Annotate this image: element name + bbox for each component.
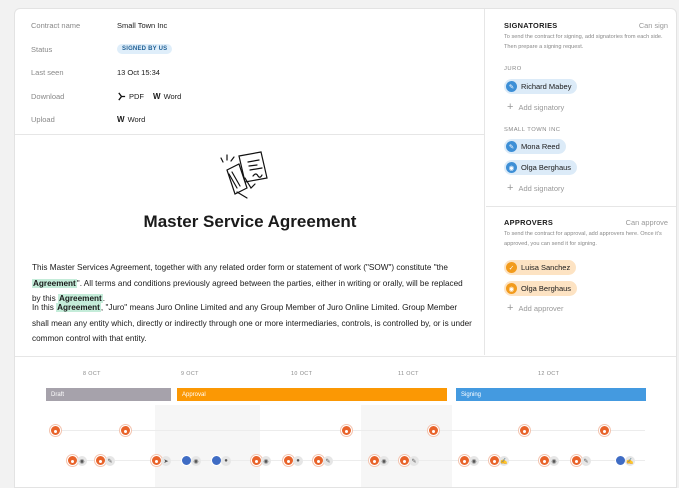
download-pdf-label: PDF [129,91,144,101]
date-tick: 9 OCT [181,371,199,377]
day-shade [155,405,260,487]
plus-icon: + [507,101,514,113]
eye-icon[interactable]: ◉ [469,456,479,466]
upload-word-label: Word [127,114,146,124]
detail-key: Contract name [31,20,81,30]
detail-download: Download PDF W Word [31,88,190,104]
detail-status: Status SIGNED BY US [31,41,173,57]
signatory-name: Richard Mabey [521,82,572,91]
word-icon: W [153,91,161,101]
send-icon[interactable]: ➤ [161,456,171,466]
detail-upload: Upload W Word [31,111,154,127]
pen-icon: ✎ [506,141,517,152]
avatar[interactable] [341,425,352,436]
day-shade [361,405,452,487]
add-approver-label: Add approver [518,303,564,313]
approver-name: Olga Berghaus [521,284,572,293]
download-word-label: Word [163,91,182,101]
sign-icon[interactable]: ✍ [499,456,509,466]
group-label-juro: JURO [504,66,522,72]
eye-icon[interactable]: ◉ [77,456,87,466]
comment-icon[interactable]: ● [221,456,231,466]
detail-key: Last seen [31,67,64,77]
comment-icon[interactable]: ● [293,456,303,466]
paragraph-text: In this [32,303,57,312]
highlighted-term[interactable]: Agreement [56,303,101,312]
approver-chip[interactable]: ◉ Olga Berghaus [504,281,578,296]
signatory-name: Mona Reed [521,142,560,151]
signatory-chip[interactable]: ✎ Richard Mabey [504,79,578,94]
check-icon: ✓ [506,262,517,273]
avatar[interactable] [519,425,530,436]
detail-key: Download [31,91,65,101]
pen-icon[interactable]: ✎ [409,456,419,466]
upload-word-button[interactable]: W Word [117,115,145,124]
phase-signing[interactable]: Signing [456,388,646,401]
eye-icon[interactable]: ◉ [379,456,389,466]
avatar[interactable] [50,425,61,436]
plus-icon: + [507,302,514,314]
contract-window: Contract name Small Town Inc Status SIGN… [14,8,677,488]
approver-chip[interactable]: ✓ Luisa Sanchez [504,260,577,275]
pen-icon[interactable]: ✎ [581,456,591,466]
date-tick: 11 OCT [398,371,419,377]
detail-last-seen: Last seen 13 Oct 15:34 [31,64,160,80]
eye-icon[interactable]: ◉ [549,456,559,466]
approvers-hint: To send the contract for approval, add a… [504,231,662,247]
right-panel: SIGNATORIES Can sign To send the contrac… [486,9,676,355]
signing-illustration-icon [220,151,268,199]
signatories-section: SIGNATORIES Can sign To send the contrac… [486,9,676,207]
signatories-status: Can sign [638,21,668,30]
left-panel: Contract name Small Town Inc Status SIGN… [15,9,485,355]
pen-icon: ✎ [506,81,517,92]
detail-contract-name: Contract name Small Town Inc [31,17,167,33]
group-label-small-town: SMALL TOWN INC [504,127,561,133]
signatory-chip[interactable]: ✎ Mona Reed [504,139,566,154]
activity-timeline: 8 OCT 9 OCT 10 OCT 11 OCT 12 OCT Draft A… [15,356,676,487]
eye-icon[interactable]: ◉ [261,456,271,466]
add-signatory-label: Add signatory [518,183,565,193]
last-seen-value: 13 Oct 15:34 [117,67,160,77]
avatar[interactable] [599,425,610,436]
signatories-title: SIGNATORIES [504,21,558,30]
signatories-hint: To send the contract for signing, add si… [504,34,663,50]
paragraph-text: This Master Services Agreement, together… [32,263,448,272]
eye-icon: ◉ [506,283,517,294]
phase-draft[interactable]: Draft [46,388,171,401]
status-badge: SIGNED BY US [117,44,173,54]
date-tick: 8 OCT [83,371,101,377]
date-tick: 10 OCT [291,371,313,377]
add-signatory-button[interactable]: + Add signatory [507,101,564,113]
download-word-button[interactable]: W Word [153,92,181,101]
document-paragraph: In this Agreement, "Juro" means Juro Onl… [32,300,472,347]
approvers-status: Can approve [625,218,668,227]
approvers-section: APPROVERS Can approve To send the contra… [486,208,676,355]
document-title: Master Service Agreement [143,212,357,231]
signatory-name: Olga Berghaus [521,163,572,172]
highlighted-term[interactable]: Agreement [32,278,77,288]
approver-name: Luisa Sanchez [521,263,571,272]
avatar[interactable] [120,425,131,436]
eye-icon[interactable]: ◉ [191,456,201,466]
sign-icon[interactable]: ✍ [625,456,635,466]
detail-key: Status [31,44,53,54]
download-pdf-button[interactable]: PDF [117,92,144,101]
pen-icon[interactable]: ✎ [323,456,333,466]
avatar[interactable] [428,425,439,436]
contract-details: Contract name Small Town Inc Status SIGN… [15,9,485,135]
detail-key: Upload [31,114,55,124]
signatory-chip[interactable]: ◉ Olga Berghaus [504,160,578,175]
eye-icon: ◉ [506,162,517,173]
word-icon: W [117,114,125,124]
add-signatory-label: Add signatory [518,102,565,112]
add-approver-button[interactable]: + Add approver [507,302,563,314]
add-signatory-button[interactable]: + Add signatory [507,182,564,194]
date-tick: 12 OCT [538,371,560,377]
phase-approval[interactable]: Approval [177,388,447,401]
pdf-icon [118,91,126,101]
contract-name-value: Small Town Inc [117,20,168,30]
approvers-title: APPROVERS [504,218,554,227]
pen-icon[interactable]: ✎ [105,456,115,466]
plus-icon: + [507,182,514,194]
